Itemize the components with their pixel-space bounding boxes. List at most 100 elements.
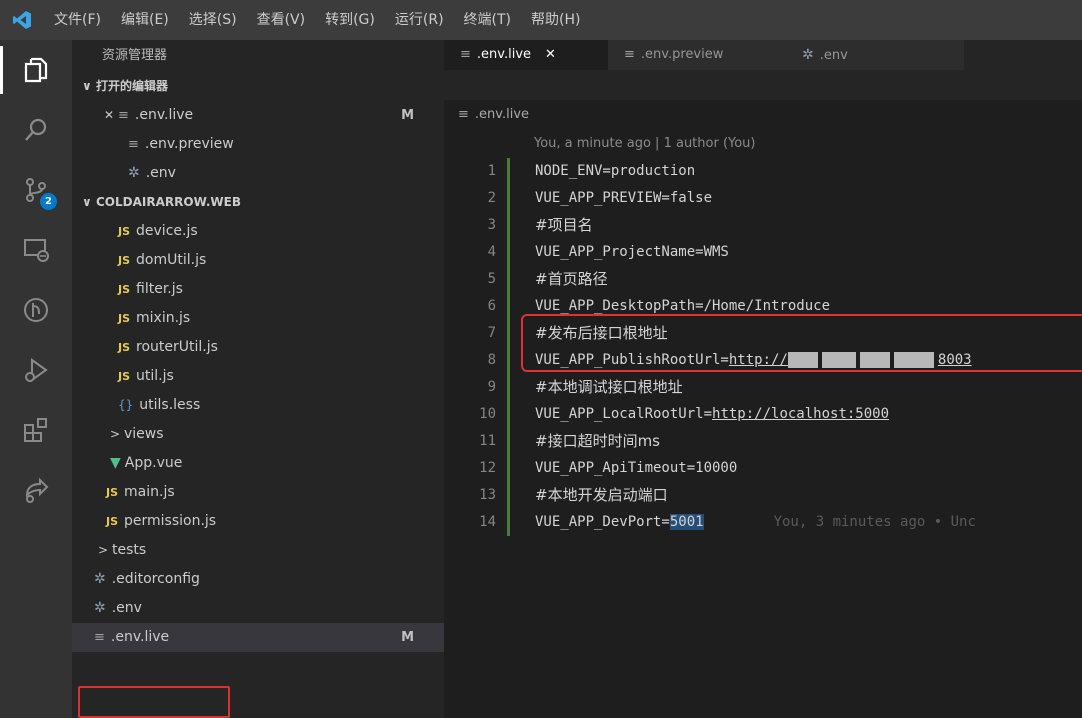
gear-icon: ✲ bbox=[128, 165, 140, 181]
code-line: 5 #首页路径 bbox=[444, 266, 1082, 293]
menu-terminal[interactable]: 终端(T) bbox=[454, 0, 521, 40]
menu-edit[interactable]: 编辑(E) bbox=[111, 0, 179, 40]
inline-blame: You, 3 minutes ago • Unc bbox=[773, 514, 976, 530]
code-editor[interactable]: You, a minute ago | 1 author (You) 1 NODE… bbox=[444, 130, 1082, 718]
live-share-icon[interactable] bbox=[0, 460, 72, 520]
open-editors-label: 打开的编辑器 bbox=[96, 79, 169, 93]
tab-label: .env bbox=[819, 48, 848, 63]
chevron-right-icon: > bbox=[110, 427, 121, 441]
file-name: device.js bbox=[136, 223, 198, 239]
menu-view[interactable]: 查看(V) bbox=[247, 0, 316, 40]
file-name: domUtil.js bbox=[136, 252, 207, 268]
file-item[interactable]: JS main.js bbox=[72, 478, 444, 507]
editor-tabs: ≡ .env.live ✕ ≡ .env.preview ✲ .env bbox=[444, 40, 1082, 104]
menu-run[interactable]: 运行(R) bbox=[385, 0, 454, 40]
close-icon[interactable]: ✕ bbox=[545, 47, 556, 62]
code-comment: #本地调试接口根地址 bbox=[535, 378, 683, 396]
settings-file-icon: ≡ bbox=[128, 137, 139, 152]
code-text: VUE_APP_ApiTimeout=10000 bbox=[535, 460, 738, 476]
modified-badge: M bbox=[401, 108, 414, 123]
file-name: main.js bbox=[124, 484, 175, 500]
file-name: routerUtil.js bbox=[136, 339, 218, 355]
js-file-icon: JS bbox=[106, 486, 119, 499]
file-item[interactable]: JS device.js bbox=[72, 217, 444, 246]
close-icon[interactable]: ✕ bbox=[104, 101, 118, 130]
menu-help[interactable]: 帮助(H) bbox=[521, 0, 590, 40]
line-number: 4 bbox=[487, 244, 496, 260]
line-number: 10 bbox=[479, 406, 496, 422]
file-item[interactable]: ✲ .editorconfig bbox=[72, 565, 444, 594]
annotation-highlight-box bbox=[521, 314, 1082, 372]
gear-icon: ✲ bbox=[94, 571, 106, 587]
file-item[interactable]: JS mixin.js bbox=[72, 304, 444, 333]
git-gutter-marker bbox=[507, 374, 510, 401]
remote-explorer-icon[interactable] bbox=[0, 220, 72, 280]
settings-file-icon: ≡ bbox=[458, 107, 469, 122]
file-item[interactable]: JS domUtil.js bbox=[72, 246, 444, 275]
search-icon[interactable] bbox=[0, 100, 72, 160]
line-number: 2 bbox=[487, 190, 496, 206]
code-text: VUE_APP_PREVIEW=false bbox=[535, 190, 713, 206]
git-gutter-marker bbox=[507, 158, 510, 185]
breadcrumb[interactable]: ≡ .env.live bbox=[444, 100, 1082, 130]
folder-name: tests bbox=[112, 542, 147, 558]
file-item[interactable]: {} utils.less bbox=[72, 391, 444, 420]
open-editor-item[interactable]: ≡ .env.preview bbox=[72, 130, 444, 159]
settings-file-icon: ≡ bbox=[118, 108, 129, 123]
menu-bar: 文件(F) 编辑(E) 选择(S) 查看(V) 转到(G) 运行(R) 终端(T… bbox=[44, 0, 590, 40]
extensions-icon[interactable] bbox=[0, 400, 72, 460]
settings-file-icon: ≡ bbox=[624, 47, 635, 62]
title-bar: 文件(F) 编辑(E) 选择(S) 查看(V) 转到(G) 运行(R) 终端(T… bbox=[0, 0, 1082, 40]
tab-env-live[interactable]: ≡ .env.live ✕ bbox=[444, 40, 608, 70]
file-name: .editorconfig bbox=[111, 571, 200, 587]
env-value: 5001 bbox=[669, 514, 704, 530]
settings-file-icon: ≡ bbox=[460, 47, 471, 62]
code-line: 12 VUE_APP_ApiTimeout=10000 bbox=[444, 455, 1082, 482]
vue-file-icon: ▼ bbox=[110, 455, 121, 471]
tab-env[interactable]: ✲ .env bbox=[786, 40, 964, 70]
js-file-icon: JS bbox=[118, 312, 131, 325]
menu-file[interactable]: 文件(F) bbox=[44, 0, 111, 40]
file-item[interactable]: ▼ App.vue bbox=[72, 449, 444, 478]
code-line: 13 #本地开发启动端口 bbox=[444, 482, 1082, 509]
activity-bar: 2 bbox=[0, 40, 72, 718]
open-editor-item[interactable]: ✲ .env bbox=[72, 159, 444, 188]
code-line: 3 #项目名 bbox=[444, 212, 1082, 239]
explorer-icon[interactable] bbox=[0, 40, 72, 100]
code-comment: #首页路径 bbox=[535, 270, 608, 288]
run-debug-icon[interactable] bbox=[0, 340, 72, 400]
gear-icon: ✲ bbox=[94, 600, 106, 616]
source-control-icon[interactable]: 2 bbox=[0, 160, 72, 220]
line-number: 11 bbox=[479, 433, 496, 449]
folder-item[interactable]: > tests bbox=[72, 536, 444, 565]
file-item-selected[interactable]: ≡ .env.live M bbox=[72, 623, 444, 652]
env-key: VUE_APP_DevPort= bbox=[535, 514, 670, 530]
project-folder-label: COLDAIRARROW.WEB bbox=[96, 195, 241, 209]
tab-env-preview[interactable]: ≡ .env.preview bbox=[608, 40, 786, 70]
file-item[interactable]: JS filter.js bbox=[72, 275, 444, 304]
file-item[interactable]: ✲ .env bbox=[72, 594, 444, 623]
file-item[interactable]: JS util.js bbox=[72, 362, 444, 391]
line-number: 12 bbox=[479, 460, 496, 476]
open-editors-header[interactable]: ∨ 打开的编辑器 bbox=[72, 72, 444, 101]
js-file-icon: JS bbox=[118, 283, 131, 296]
gitlens-icon[interactable] bbox=[0, 280, 72, 340]
code-text: VUE_APP_ProjectName=WMS bbox=[535, 244, 729, 260]
folder-name: views bbox=[124, 426, 164, 442]
file-name: .env.live bbox=[110, 629, 170, 645]
code-line: 4 VUE_APP_ProjectName=WMS bbox=[444, 239, 1082, 266]
file-name: util.js bbox=[136, 368, 174, 384]
line-number: 6 bbox=[487, 298, 496, 314]
menu-selection[interactable]: 选择(S) bbox=[179, 0, 247, 40]
line-number: 13 bbox=[479, 487, 496, 503]
annotation-highlight-box bbox=[78, 686, 230, 718]
folder-item[interactable]: > views bbox=[72, 420, 444, 449]
menu-go[interactable]: 转到(G) bbox=[315, 0, 385, 40]
file-item[interactable]: JS permission.js bbox=[72, 507, 444, 536]
codelens-blame[interactable]: You, a minute ago | 1 author (You) bbox=[534, 136, 756, 151]
open-editor-item[interactable]: ✕ ≡ .env.live M bbox=[72, 101, 444, 130]
local-url[interactable]: http://localhost:5000 bbox=[712, 406, 889, 422]
file-item[interactable]: JS routerUtil.js bbox=[72, 333, 444, 362]
project-folder-header[interactable]: ∨ COLDAIRARROW.WEB bbox=[72, 188, 444, 217]
git-gutter-marker bbox=[507, 482, 510, 509]
